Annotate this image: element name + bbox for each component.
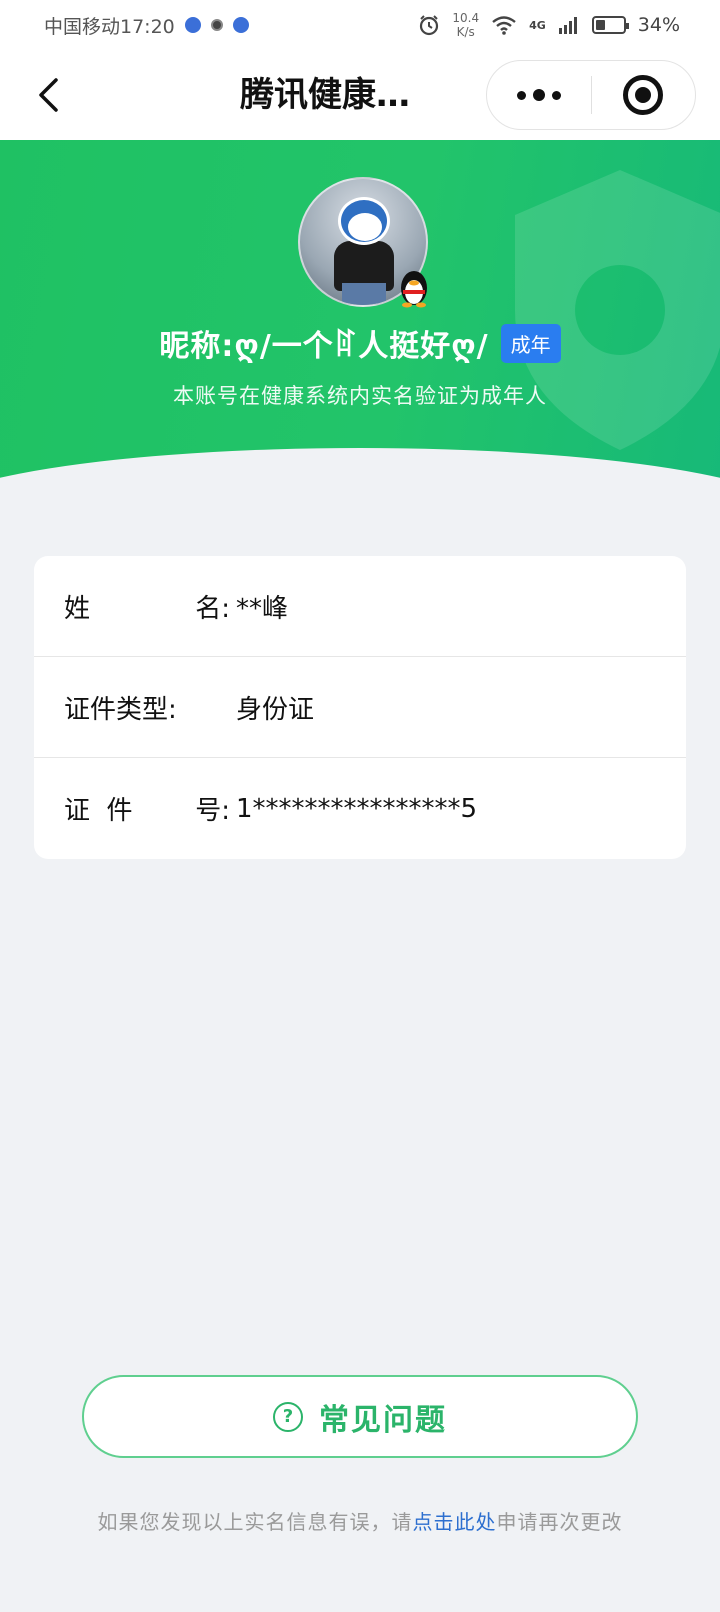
dot-icon: [517, 90, 526, 100]
question-circle-icon: ?: [273, 1401, 303, 1432]
adult-badge: 成年: [500, 323, 561, 363]
status-bar: 中国移动17:20 10.4 K/s 4G 34%: [0, 0, 720, 50]
miniprogram-capsule: [486, 60, 696, 130]
qq-penguin-icon: [401, 271, 427, 308]
status-right: 10.4 K/s 4G 34%: [418, 11, 680, 39]
info-label: 姓 名:: [64, 588, 232, 625]
faq-label: 常见问题: [319, 1402, 447, 1438]
more-button[interactable]: [487, 60, 591, 130]
info-row-name: 姓 名: **峰: [34, 556, 686, 657]
app-notification-icon: [184, 17, 201, 33]
net-speed-value: 10.4: [452, 11, 480, 25]
info-row-id-number: 证 件 号: 1****************5: [34, 758, 686, 859]
battery-percent: 34%: [637, 14, 680, 36]
net-speed: 10.4 K/s: [452, 11, 479, 39]
info-value-id-type: 身份证: [236, 694, 315, 725]
app-notification-icon: [210, 19, 223, 31]
signal-icon: [558, 17, 577, 34]
chevron-left-icon: [39, 78, 58, 112]
info-label-part: 证件类型:: [64, 694, 177, 725]
footer-prefix: 如果您发现以上实名信息有误，请: [97, 1510, 413, 1534]
nickname: 昵称:ღ/一个ꍏ人挺好ღ/: [159, 329, 489, 364]
info-label-part: 号:: [195, 796, 230, 826]
app-notification-icon: [232, 17, 249, 33]
dot-icon: [552, 90, 561, 100]
shield-icon: [515, 170, 720, 450]
page: 中国移动17:20 10.4 K/s 4G 34% 腾讯健康… 昵称:ღ/一个ꍏ…: [0, 0, 720, 1612]
verify-text: 本账号在健康系统内实名验证为成年人: [173, 384, 547, 408]
info-label: 证 件 号:: [64, 790, 232, 827]
page-title: 腾讯健康…: [240, 75, 410, 115]
footer-note: 如果您发现以上实名信息有误，请点击此处申请再次更改: [0, 1506, 720, 1535]
network-type: 4G: [529, 18, 546, 32]
battery-fill: [595, 20, 605, 30]
info-label-part: 名:: [195, 593, 230, 624]
info-row-id-type: 证件类型: 身份证: [34, 657, 686, 758]
avatar-figure-face: [348, 213, 382, 241]
status-left: 中国移动17:20: [44, 12, 249, 39]
target-icon: [623, 75, 664, 115]
change-request-link[interactable]: 点击此处: [413, 1510, 497, 1534]
close-miniprogram-button[interactable]: [592, 60, 695, 130]
alarm-icon: [420, 15, 439, 36]
faq-button[interactable]: ? 常见问题: [82, 1375, 638, 1458]
dot-icon: [533, 89, 545, 101]
info-label: 证件类型:: [64, 689, 232, 726]
identity-info-card: 姓 名: **峰 证件类型: 身份证 证 件 号: 1*************…: [34, 556, 686, 859]
battery-icon: [591, 16, 629, 34]
nickname-row: 昵称:ღ/一个ꍏ人挺好ღ/ 成年: [0, 322, 720, 364]
wifi-icon: [492, 16, 516, 35]
back-button[interactable]: [28, 72, 68, 118]
carrier-time: 中国移动17:20: [44, 15, 175, 38]
avatar-figure-legs: [342, 283, 386, 305]
nav-bar: 腾讯健康…: [0, 50, 720, 140]
footer-suffix: 申请再次更改: [496, 1510, 623, 1534]
info-value-name: **峰: [236, 593, 289, 624]
net-speed-unit: K/s: [456, 25, 475, 39]
hero-banner: 昵称:ღ/一个ꍏ人挺好ღ/ 成年 本账号在健康系统内实名验证为成年人: [0, 140, 720, 500]
info-label-part: 证 件: [64, 796, 133, 826]
info-label-part: 姓: [64, 593, 91, 624]
info-value-id-number: 1****************5: [236, 793, 478, 824]
